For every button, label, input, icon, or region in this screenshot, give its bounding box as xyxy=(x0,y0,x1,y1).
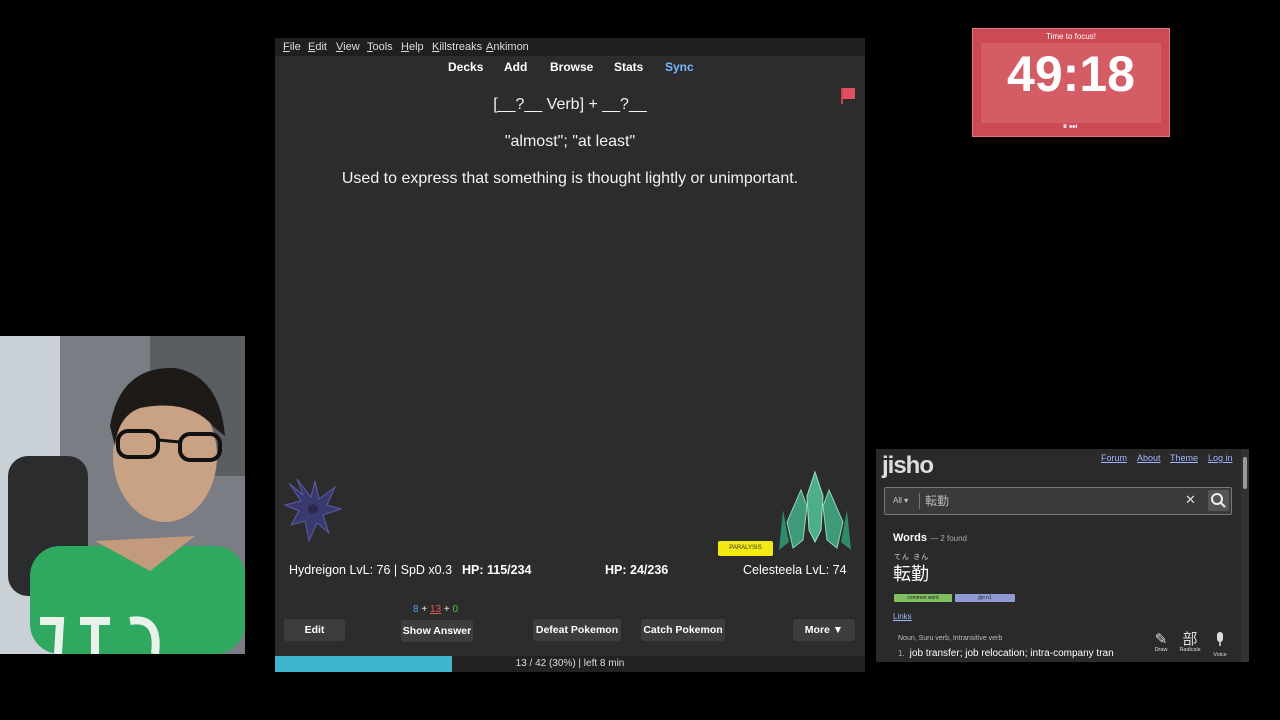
jisho-logo-text: jisho xyxy=(882,452,934,479)
nav-forum[interactable]: Forum xyxy=(1101,453,1127,463)
search-divider xyxy=(919,493,920,509)
edit-button[interactable]: Edit xyxy=(284,619,345,641)
player-pokemon-info: Hydreigon LvL: 76 | SpD x0.3 xyxy=(289,563,452,577)
toolbar-decks[interactable]: Decks xyxy=(448,60,483,74)
jisho-logo[interactable]: jisho xyxy=(882,452,934,480)
card-explanation: Used to express that something is though… xyxy=(341,170,799,187)
defeat-pokemon-button[interactable]: Defeat Pokemon xyxy=(533,619,621,641)
menu-file[interactable]: File xyxy=(283,41,301,53)
nav-about[interactable]: About xyxy=(1137,453,1161,463)
draw-tool[interactable]: ✎ Draw xyxy=(1147,631,1175,653)
draw-label: Draw xyxy=(1154,647,1168,653)
enemy-name-level: Celesteela LvL: 74 xyxy=(743,563,847,577)
search-button[interactable] xyxy=(1208,490,1229,511)
voice-label: Voice xyxy=(1213,652,1227,658)
tag-common-word: common word xyxy=(894,594,952,602)
more-button[interactable]: More ▼ xyxy=(793,619,855,641)
count-separator: + xyxy=(443,604,450,615)
search-scope-select[interactable]: All ▾ xyxy=(893,496,908,505)
player-name-level: Hydreigon LvL: 76 | SpD x0.3 xyxy=(289,563,453,577)
menu-help[interactable]: Help xyxy=(401,41,424,53)
pencil-icon: ✎ xyxy=(1154,630,1168,648)
due-counts: 8 + 13 + 0 xyxy=(413,604,458,615)
learn-count: 13 xyxy=(429,604,442,615)
main-toolbar: Decks Add Browse Stats Sync xyxy=(275,56,865,80)
scrollbar-thumb[interactable] xyxy=(1243,457,1247,489)
radicals-tool[interactable]: 部 Radicals xyxy=(1176,631,1204,653)
word-kanji[interactable]: 転勤 xyxy=(893,560,929,586)
card-pattern: [__?__ Verb] + __?__ xyxy=(493,96,647,113)
toolbar-stats[interactable]: Stats xyxy=(614,60,643,74)
count-separator: + xyxy=(421,604,428,615)
menu-ankimon[interactable]: Ankimon xyxy=(486,41,529,53)
webcam-image xyxy=(0,336,245,654)
status-badge: PARALYSIS xyxy=(718,541,773,556)
menu-edit[interactable]: Edit xyxy=(308,41,327,53)
anki-window: File Edit View Tools Help Killstreaks An… xyxy=(275,38,865,672)
menu-bar: File Edit View Tools Help Killstreaks An… xyxy=(275,38,865,56)
tag-jlpt: jlpt n1 xyxy=(955,594,1015,602)
words-count: — 2 found xyxy=(930,534,968,543)
microphone-icon xyxy=(1217,632,1223,646)
search-bar: All ▾ ✕ xyxy=(884,487,1232,515)
focus-timer: Time to focus! 49:18 ⏸⏭ xyxy=(972,28,1170,137)
toolbar-sync[interactable]: Sync xyxy=(665,60,694,74)
timer-time: 49:18 xyxy=(1007,46,1135,102)
radical-icon: 部 xyxy=(1182,630,1198,648)
voice-tool[interactable]: Voice xyxy=(1206,631,1234,658)
webcam-feed xyxy=(0,336,245,654)
definition-text: job transfer; job relocation; intra-comp… xyxy=(909,648,1114,659)
clear-icon[interactable]: ✕ xyxy=(1185,492,1196,508)
search-icon xyxy=(1211,493,1226,508)
radicals-label: Radicals xyxy=(1179,647,1201,653)
new-count: 8 xyxy=(413,604,419,615)
words-heading-text: Words xyxy=(893,532,928,544)
card-meaning: "almost"; "at least" xyxy=(504,133,636,150)
nav-theme[interactable]: Theme xyxy=(1170,453,1198,463)
hydreigon-sprite xyxy=(283,478,343,543)
catch-pokemon-button[interactable]: Catch Pokemon xyxy=(641,619,725,641)
timer-controls[interactable]: ⏸⏭ xyxy=(973,121,1169,132)
celesteela-sprite xyxy=(779,470,851,550)
player-hp: HP: 115/234 xyxy=(461,563,532,577)
enemy-hp: HP: 24/236 xyxy=(605,563,669,577)
show-answer-button[interactable]: Show Answer xyxy=(401,620,473,642)
menu-killstreaks[interactable]: Killstreaks xyxy=(432,41,482,53)
jisho-panel: jisho Forum About Theme Log in All ▾ ✕ W… xyxy=(876,449,1249,662)
definition: 1. job transfer; job relocation; intra-co… xyxy=(898,648,1114,659)
links-link[interactable]: Links xyxy=(893,612,912,621)
toolbar-add[interactable]: Add xyxy=(504,60,527,74)
words-heading: Words — 2 found xyxy=(893,532,967,544)
part-of-speech: Noun, Suru verb, Intransitive verb xyxy=(898,635,1003,642)
menu-view[interactable]: View xyxy=(336,41,360,53)
progress-text: 13 / 42 (30%) | left 8 min xyxy=(515,658,625,669)
toolbar-browse[interactable]: Browse xyxy=(550,60,593,74)
timer-label: Time to focus! xyxy=(1046,32,1096,41)
definition-number: 1. xyxy=(898,649,905,658)
search-input[interactable] xyxy=(925,492,1105,508)
nav-login[interactable]: Log in xyxy=(1208,453,1233,463)
menu-tools[interactable]: Tools xyxy=(367,41,393,53)
review-count: 0 xyxy=(452,604,459,615)
